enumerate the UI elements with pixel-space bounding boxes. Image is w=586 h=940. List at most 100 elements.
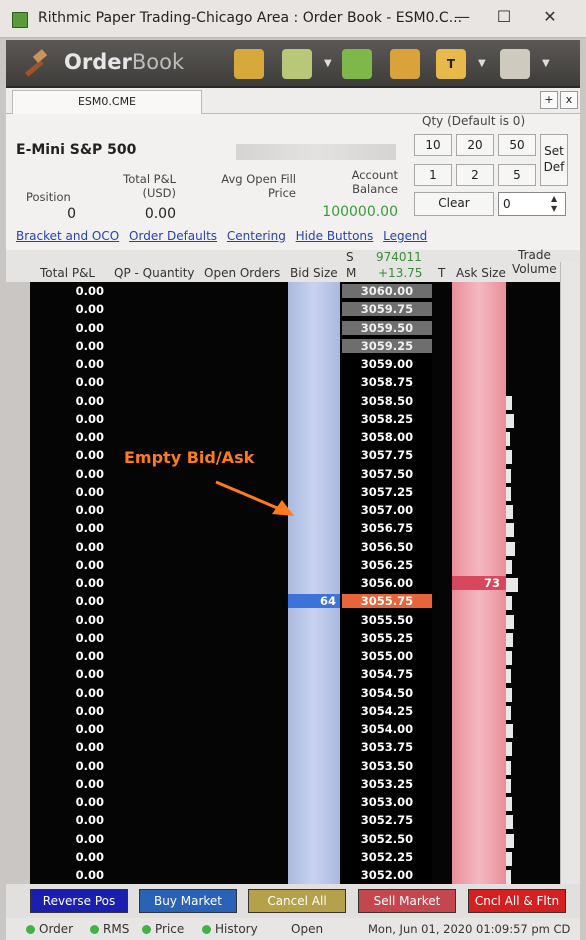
bracket-icon[interactable] <box>282 49 312 79</box>
qty-5-button[interactable]: 5 <box>498 164 536 186</box>
ladder-row: 0.00 3058.00 <box>30 430 560 448</box>
clear-button[interactable]: Clear <box>414 192 494 216</box>
order-defaults-link[interactable]: Order Defaults <box>129 229 217 243</box>
row-total-pl: 0.00 <box>75 703 104 718</box>
row-price[interactable]: 3055.25 <box>342 631 432 645</box>
row-price[interactable]: 3055.75 <box>342 594 432 609</box>
row-price[interactable]: 3056.25 <box>342 558 432 572</box>
row-price[interactable]: 3059.75 <box>342 302 432 317</box>
row-price[interactable]: 3052.00 <box>342 868 432 882</box>
row-price[interactable]: 3055.50 <box>342 613 432 627</box>
row-total-pl: 0.00 <box>75 740 104 755</box>
maximize-icon[interactable]: ☐ <box>490 6 518 28</box>
row-price[interactable]: 3054.75 <box>342 667 432 681</box>
set-default-button[interactable]: Set Def <box>540 134 568 186</box>
row-price[interactable]: 3053.75 <box>342 740 432 754</box>
row-price[interactable]: 3058.50 <box>342 394 432 408</box>
row-price[interactable]: 3056.00 <box>342 576 432 590</box>
status-rms: RMS <box>90 922 129 936</box>
qty-1-button[interactable]: 1 <box>414 164 452 186</box>
attach-order-icon[interactable] <box>234 49 264 79</box>
notes-icon[interactable] <box>390 49 420 79</box>
buy-market-button[interactable]: Buy Market <box>139 889 237 913</box>
close-tab-button[interactable]: x <box>560 91 578 109</box>
trade-volume-bar <box>506 705 511 720</box>
row-total-pl: 0.00 <box>75 594 104 609</box>
legend-link[interactable]: Legend <box>383 229 427 243</box>
col-bid-size[interactable]: Bid Size <box>290 266 338 280</box>
row-ask-size[interactable]: 73 <box>452 576 506 590</box>
col-open-orders[interactable]: Open Orders <box>204 266 280 280</box>
cancel-all-flatten-button[interactable]: Cncl All & Fltn <box>468 889 566 913</box>
row-price[interactable]: 3052.50 <box>342 832 432 846</box>
avg-fill-label: Avg Open Fill Price <box>221 172 296 200</box>
position-value: 0 <box>67 206 76 222</box>
add-tab-button[interactable]: + <box>540 91 558 109</box>
trade-volume-bar <box>506 523 514 538</box>
row-total-pl: 0.00 <box>75 503 104 517</box>
row-price[interactable]: 3059.25 <box>342 338 432 353</box>
info-panel: E-Mini S&P 500 Position 0 Total P&L (USD… <box>6 114 580 260</box>
minimize-icon[interactable]: — <box>448 6 476 28</box>
row-price[interactable]: 3053.25 <box>342 777 432 791</box>
cancel-all-button[interactable]: Cancel All <box>248 889 346 913</box>
ladder-row: 0.00 3059.75 <box>30 302 560 320</box>
row-price[interactable]: 3056.75 <box>342 521 432 535</box>
col-trade[interactable]: Trade <box>518 248 551 262</box>
row-price[interactable]: 3056.50 <box>342 540 432 554</box>
row-price[interactable]: 3058.00 <box>342 430 432 444</box>
col-ask-size[interactable]: Ask Size <box>456 266 506 280</box>
hide-buttons-link[interactable]: Hide Buttons <box>296 229 374 243</box>
text-icon[interactable]: T <box>436 49 466 79</box>
close-icon[interactable]: ✕ <box>536 6 564 28</box>
qty-20-button[interactable]: 20 <box>456 134 494 156</box>
col-total-pl[interactable]: Total P&L <box>40 266 95 280</box>
row-price[interactable]: 3058.75 <box>342 375 432 389</box>
status-dot-icon <box>142 925 151 934</box>
row-price[interactable]: 3052.25 <box>342 850 432 864</box>
centering-link[interactable]: Centering <box>227 229 286 243</box>
row-price[interactable]: 3057.75 <box>342 448 432 462</box>
row-price[interactable]: 3055.00 <box>342 649 432 663</box>
row-price[interactable]: 3053.00 <box>342 795 432 809</box>
chevron-down-icon[interactable]: ▼ <box>542 58 550 69</box>
row-price[interactable]: 3057.50 <box>342 467 432 481</box>
clipboard-icon[interactable] <box>500 49 530 79</box>
row-price[interactable]: 3060.00 <box>342 284 432 298</box>
row-total-pl: 0.00 <box>75 831 104 846</box>
row-price[interactable]: 3057.00 <box>342 503 432 517</box>
row-price[interactable]: 3059.50 <box>342 320 432 335</box>
status-price: Price <box>142 922 184 936</box>
row-price[interactable]: 3054.25 <box>342 704 432 718</box>
row-bid-size[interactable]: 64 <box>288 594 340 609</box>
row-price[interactable]: 3058.25 <box>342 412 432 426</box>
pnl-value: 0.00 <box>144 206 176 222</box>
row-total-pl: 0.00 <box>75 722 104 736</box>
ladder-scrollbar[interactable] <box>560 262 580 884</box>
row-total-pl: 0.00 <box>75 813 104 828</box>
row-total-pl: 0.00 <box>75 649 104 663</box>
reverse-position-button[interactable]: Reverse Pos <box>30 889 128 913</box>
row-price[interactable]: 3053.50 <box>342 759 432 773</box>
trade-volume-bar <box>506 815 513 830</box>
quantity-stepper[interactable]: ▲ ▼ <box>551 194 557 214</box>
row-price[interactable]: 3052.75 <box>342 813 432 827</box>
bracket-oco-link[interactable]: Bracket and OCO <box>16 229 119 243</box>
row-price[interactable]: 3054.00 <box>342 722 432 736</box>
sell-market-button[interactable]: Sell Market <box>358 889 456 913</box>
ladder-row: 0.00 3058.50 <box>30 394 560 412</box>
qty-10-button[interactable]: 10 <box>414 134 452 156</box>
status-dot-icon <box>202 925 211 934</box>
chevron-down-icon[interactable]: ▼ <box>324 58 332 69</box>
col-volume[interactable]: Volume <box>512 262 557 276</box>
row-price[interactable]: 3057.25 <box>342 485 432 499</box>
tab-esm0[interactable]: ESM0.CME <box>12 90 202 114</box>
row-price[interactable]: 3059.00 <box>342 357 432 371</box>
chevron-down-icon[interactable]: ▼ <box>478 58 486 69</box>
settings-gears-icon[interactable] <box>342 49 372 79</box>
row-price[interactable]: 3054.50 <box>342 686 432 700</box>
col-qp-quantity[interactable]: QP - Quantity <box>114 266 195 280</box>
qty-2-button[interactable]: 2 <box>456 164 494 186</box>
status-order: Order <box>26 922 73 936</box>
qty-50-button[interactable]: 50 <box>498 134 536 156</box>
